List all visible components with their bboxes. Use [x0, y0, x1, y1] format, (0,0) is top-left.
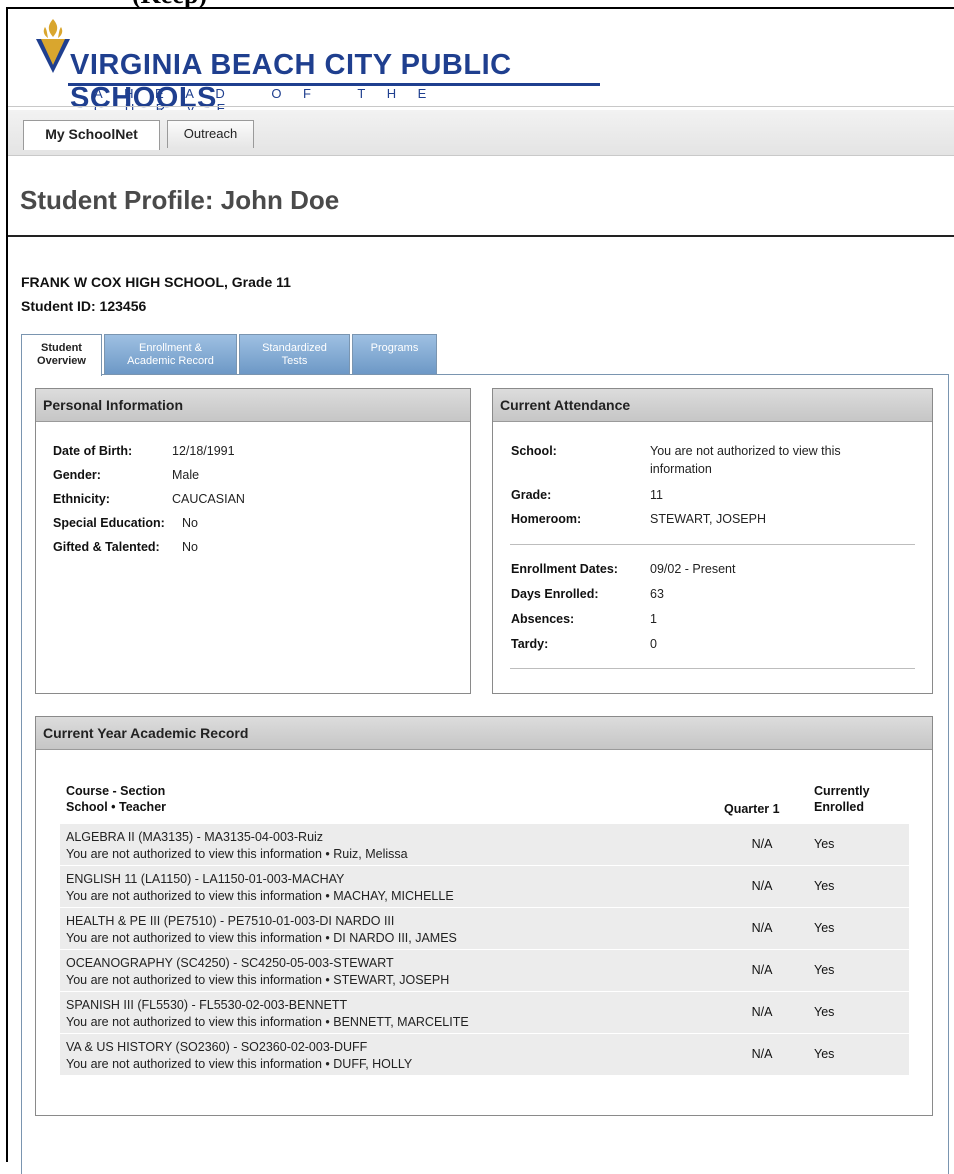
- currently-enrolled: Yes: [814, 837, 835, 851]
- tab-my-schoolnet[interactable]: My SchoolNet: [23, 120, 160, 150]
- special-education-label: Special Education:: [53, 516, 165, 530]
- tab-outreach[interactable]: Outreach: [167, 120, 254, 148]
- course-section: VA & US HISTORY (SO2360) - SO2360-02-003…: [66, 1040, 368, 1054]
- course-section: ALGEBRA II (MA3135) - MA3135-04-003-Ruiz: [66, 830, 324, 844]
- school-teacher: You are not authorized to view this info…: [66, 847, 408, 861]
- school-teacher: You are not authorized to view this info…: [66, 973, 450, 987]
- currently-enrolled: Yes: [814, 921, 835, 935]
- dob-value: 12/18/1991: [172, 444, 235, 458]
- enrollment-dates-value: 09/02 - Present: [650, 562, 736, 576]
- absences-value: 1: [650, 612, 657, 626]
- course-row: ENGLISH 11 (LA1150) - LA1150-01-003-MACH…: [60, 865, 909, 907]
- course-section: SPANISH III (FL5530) - FL5530-02-003-BEN…: [66, 998, 348, 1012]
- header-divider: [8, 106, 954, 107]
- homeroom-label: Homeroom:: [511, 512, 582, 526]
- school-value-cont: information: [650, 462, 712, 476]
- course-row: SPANISH III (FL5530) - FL5530-02-003-BEN…: [60, 991, 909, 1033]
- quarter-1-grade: N/A: [751, 921, 773, 935]
- col-header-quarter-1: Quarter 1: [724, 802, 780, 816]
- school-teacher: You are not authorized to view this info…: [66, 1057, 413, 1071]
- school-teacher: You are not authorized to view this info…: [66, 1015, 469, 1029]
- academic-record-box: Current Year Academic Record Course - Se…: [35, 716, 933, 1116]
- col-header-school-teacher: School • Teacher: [66, 800, 167, 814]
- course-row: HEALTH & PE III (PE7510) - PE7510-01-003…: [60, 907, 909, 949]
- current-attendance-header: Current Attendance: [493, 389, 932, 422]
- attendance-divider: [510, 544, 915, 545]
- student-id: Student ID: 123456: [21, 298, 147, 314]
- currently-enrolled: Yes: [814, 1047, 835, 1061]
- current-attendance-box: Current Attendance School: You are not a…: [492, 388, 933, 694]
- course-section: ENGLISH 11 (LA1150) - LA1150-01-003-MACH…: [66, 872, 345, 886]
- course-row: VA & US HISTORY (SO2360) - SO2360-02-003…: [60, 1033, 909, 1075]
- ethnicity-label: Ethnicity:: [53, 492, 110, 506]
- attendance-divider-bottom: [510, 668, 915, 669]
- grade-label: Grade:: [511, 488, 552, 502]
- absences-label: Absences:: [511, 612, 575, 626]
- tab-enrollment-academic-record[interactable]: Enrollment & Academic Record: [104, 334, 237, 374]
- district-logo: VIRGINIA BEACH CITY PUBLIC SCHOOLS AHEAD…: [10, 9, 610, 116]
- browser-frame: VIRGINIA BEACH CITY PUBLIC SCHOOLS AHEAD…: [6, 7, 954, 1174]
- tab-standardized-tests[interactable]: Standardized Tests: [239, 334, 350, 374]
- personal-information-header: Personal Information: [36, 389, 470, 422]
- special-education-value: No: [182, 516, 198, 530]
- grade-value: 11: [650, 488, 663, 502]
- academic-record-header: Current Year Academic Record: [36, 717, 932, 750]
- quarter-1-grade: N/A: [751, 1047, 773, 1061]
- quarter-1-grade: N/A: [751, 837, 773, 851]
- course-row: OCEANOGRAPHY (SC4250) - SC4250-05-003-ST…: [60, 949, 909, 991]
- top-tab-bar: My SchoolNet Outreach: [8, 110, 954, 156]
- tardy-value: 0: [650, 637, 657, 651]
- course-section: HEALTH & PE III (PE7510) - PE7510-01-003…: [66, 914, 395, 928]
- school-teacher: You are not authorized to view this info…: [66, 931, 457, 945]
- tab-label-line2: Tests: [281, 355, 308, 367]
- tab-label-line1: Standardized: [262, 342, 327, 354]
- school-value: You are not authorized to view this: [650, 444, 841, 458]
- tab-student-overview[interactable]: Student Overview: [21, 334, 102, 376]
- days-enrolled-label: Days Enrolled:: [511, 587, 599, 601]
- tab-label-line1: Programs: [370, 342, 419, 354]
- gifted-talented-value: No: [182, 540, 198, 554]
- gender-label: Gender:: [53, 468, 101, 482]
- gifted-talented-label: Gifted & Talented:: [53, 540, 160, 554]
- tab-label-line1: Student: [41, 342, 82, 354]
- homeroom-value: STEWART, JOSEPH: [650, 512, 766, 526]
- enrollment-dates-label: Enrollment Dates:: [511, 562, 618, 576]
- days-enrolled-value: 63: [650, 587, 664, 601]
- school-label: School:: [511, 444, 557, 458]
- torch-emblem-icon: [36, 19, 70, 73]
- tab-programs[interactable]: Programs: [352, 334, 437, 374]
- col-header-enrolled: Enrolled: [814, 800, 865, 814]
- quarter-1-grade: N/A: [751, 1005, 773, 1019]
- tab-label-line1: Enrollment &: [139, 342, 202, 354]
- quarter-1-grade: N/A: [751, 963, 773, 977]
- tardy-label: Tardy:: [511, 637, 549, 651]
- personal-information-box: Personal Information Date of Birth: 12/1…: [35, 388, 471, 694]
- tab-label-line2: Overview: [37, 355, 86, 367]
- currently-enrolled: Yes: [814, 879, 835, 893]
- title-divider: [8, 235, 954, 237]
- course-row: ALGEBRA II (MA3135) - MA3135-04-003-Ruiz…: [60, 823, 909, 865]
- quarter-1-grade: N/A: [751, 879, 773, 893]
- course-section: OCEANOGRAPHY (SC4250) - SC4250-05-003-ST…: [66, 956, 394, 970]
- col-header-course-section: Course - Section: [66, 784, 166, 798]
- school-teacher: You are not authorized to view this info…: [66, 889, 454, 903]
- school-grade-line: FRANK W COX HIGH SCHOOL, Grade 11: [21, 274, 291, 290]
- dob-label: Date of Birth:: [53, 444, 133, 458]
- col-header-currently: Currently: [814, 784, 870, 798]
- tab-label-line2: Academic Record: [127, 355, 214, 367]
- gender-value: Male: [172, 468, 200, 482]
- currently-enrolled: Yes: [814, 1005, 835, 1019]
- page-title: Student Profile: John Doe: [20, 185, 340, 215]
- currently-enrolled: Yes: [814, 963, 835, 977]
- ethnicity-value: CAUCASIAN: [172, 492, 245, 506]
